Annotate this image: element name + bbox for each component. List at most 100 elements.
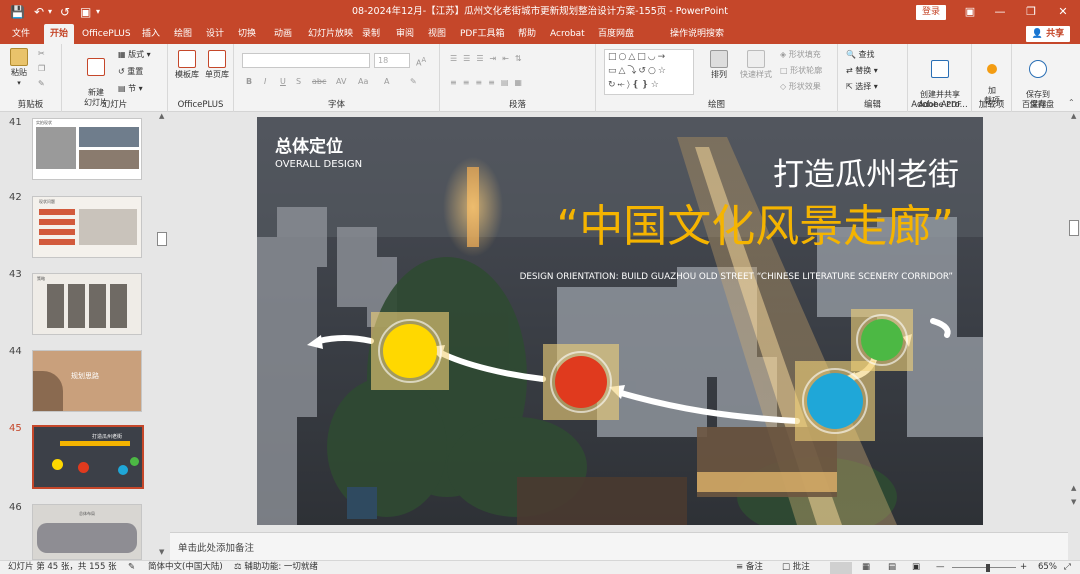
tab-12[interactable]: PDF工具箱 xyxy=(460,24,505,44)
reading-view-icon[interactable]: ▤ xyxy=(888,561,896,574)
zoom-out-icon[interactable]: — xyxy=(936,561,945,574)
slide-sorter-icon[interactable]: ▦ xyxy=(862,561,870,574)
highlight-icon[interactable]: ✎ xyxy=(410,77,417,87)
notes-pane[interactable]: 单击此处添加备注 xyxy=(170,532,1068,560)
spelling-icon[interactable]: ✎ xyxy=(128,561,135,574)
quick-styles-button[interactable]: 快速样式 xyxy=(736,50,776,80)
strikethrough-icon[interactable]: abc xyxy=(312,77,326,87)
group-label-slides: 幻灯片 xyxy=(101,100,128,110)
thumb-map xyxy=(37,523,137,553)
replace-button[interactable]: ⇄ 替换 ▾ xyxy=(846,66,878,76)
thumbnail-scrollbar[interactable]: ▲ ▼ xyxy=(156,112,168,560)
layout-button[interactable]: ▦ 版式 ▾ xyxy=(118,50,151,60)
find-button[interactable]: 🔍 查找 xyxy=(846,50,875,60)
slide-thumbnail-43[interactable]: 策略 xyxy=(32,273,142,335)
tab-9[interactable]: 录制 xyxy=(362,24,380,44)
slide-thumbnail-44[interactable]: 规划思路 xyxy=(32,350,142,412)
ribbon: 粘贴 ▾ ✂ ❐ ✎ 剪贴板 新建 幻灯片 ▦ 版式 ▾ ↺ 重置 ▤ 节 ▾ 幻… xyxy=(0,44,1080,112)
notes-toggle-button[interactable]: ≡ 备注 xyxy=(736,561,763,574)
ribbon-display-options-icon[interactable]: ▣ xyxy=(955,0,985,24)
single-page-library-button[interactable]: 单页库 xyxy=(202,50,232,80)
zoom-level[interactable]: 65% xyxy=(1038,561,1057,574)
shape-effects-label: 形状效果 xyxy=(788,82,821,91)
shape-fill-button[interactable]: ◈ 形状填充 xyxy=(780,50,821,60)
tab-13[interactable]: 帮助 xyxy=(518,24,536,44)
slideshow-icon[interactable]: ▣ xyxy=(912,561,920,574)
slide-thumbnail-45-active[interactable]: 打造瓜州老街 xyxy=(32,425,144,489)
reset-button[interactable]: ↺ 重置 xyxy=(118,67,143,77)
tab-4[interactable]: 绘图 xyxy=(174,24,192,44)
collapse-ribbon-icon[interactable]: ⌃ xyxy=(1068,98,1075,108)
minimize-icon[interactable]: — xyxy=(985,0,1015,24)
underline-icon[interactable]: U xyxy=(280,77,286,87)
change-case-icon[interactable]: Aa xyxy=(358,77,368,87)
reset-label: 重置 xyxy=(127,67,144,76)
thumbnail-scroll-thumb[interactable] xyxy=(157,232,167,246)
canvas-scrollbar[interactable]: ▲ ▲ ▼ xyxy=(1068,112,1080,560)
tab-0[interactable]: 文件 xyxy=(12,24,30,44)
select-button[interactable]: ⇱ 选择 ▾ xyxy=(846,82,878,92)
font-color-icon[interactable]: A xyxy=(384,77,389,87)
format-painter-icon[interactable]: ✎ xyxy=(38,79,45,89)
canvas-scroll-thumb[interactable] xyxy=(1069,220,1079,236)
canvas-scroll-up-icon[interactable]: ▲ xyxy=(1071,112,1076,120)
copy-icon[interactable]: ❐ xyxy=(38,64,45,74)
accessibility-status[interactable]: ⚖ 辅助功能: 一切就绪 xyxy=(234,561,318,574)
tab-10[interactable]: 审阅 xyxy=(396,24,414,44)
paste-button[interactable]: 粘贴 ▾ xyxy=(6,48,32,88)
tab-3[interactable]: 插入 xyxy=(142,24,160,44)
slide-thumbnail-46[interactable]: 总体布局 xyxy=(32,504,142,560)
slide-thumbnail-42[interactable]: 现状问题 xyxy=(32,196,142,258)
scroll-up-icon[interactable]: ▲ xyxy=(159,112,164,120)
tab-6[interactable]: 切换 xyxy=(238,24,256,44)
arrange-icon xyxy=(710,50,728,68)
normal-view-icon[interactable] xyxy=(830,562,852,574)
comments-toggle-button[interactable]: □ 批注 xyxy=(782,561,810,574)
tell-me-search[interactable]: 操作说明搜索 xyxy=(670,24,724,44)
prev-slide-icon[interactable]: ▲ xyxy=(1071,484,1076,492)
login-button[interactable]: 登录 xyxy=(916,5,946,20)
tab-2[interactable]: OfficePLUS xyxy=(82,24,131,44)
shape-effects-button[interactable]: ◇ 形状效果 xyxy=(780,82,821,92)
section-label: 节 xyxy=(128,84,137,93)
close-icon[interactable]: ✕ xyxy=(1048,0,1078,24)
list-buttons-row[interactable]: ☰☰☰⇥⇤⇅ xyxy=(450,54,528,64)
tab-15[interactable]: 百度网盘 xyxy=(598,24,634,44)
template-library-button[interactable]: 模板库 xyxy=(172,50,202,80)
notes-placeholder: 单击此处添加备注 xyxy=(178,543,255,554)
group-slides: 新建 幻灯片 ▦ 版式 ▾ ↺ 重置 ▤ 节 ▾ 幻灯片 xyxy=(62,44,168,112)
language-indicator[interactable]: 简体中文(中国大陆) xyxy=(148,561,223,574)
tab-14[interactable]: Acrobat xyxy=(550,24,585,44)
zoom-in-icon[interactable]: + xyxy=(1020,561,1027,574)
shapes-gallery[interactable]: □○△□◡→ ▭△⤵↺○☆ ↻⤝〉❴❵☆ xyxy=(604,49,694,95)
tab-7[interactable]: 动画 xyxy=(274,24,292,44)
section-button[interactable]: ▤ 节 ▾ xyxy=(118,84,143,94)
scroll-down-icon[interactable]: ▼ xyxy=(159,548,164,556)
bold-icon[interactable]: B xyxy=(246,77,252,87)
create-pdf-icon xyxy=(931,60,949,78)
font-name-input[interactable] xyxy=(242,53,370,68)
shape-outline-button[interactable]: □ 形状轮廓 xyxy=(780,66,822,76)
share-button[interactable]: 👤 共享 xyxy=(1026,26,1070,42)
font-size-input[interactable]: 18 xyxy=(374,53,410,68)
grow-font-icon[interactable]: AA xyxy=(416,55,426,69)
signboard xyxy=(347,487,377,519)
italic-icon[interactable]: I xyxy=(264,77,266,87)
char-spacing-icon[interactable]: AV xyxy=(336,77,346,87)
zoom-slider-thumb[interactable] xyxy=(986,564,990,572)
maximize-icon[interactable]: ❐ xyxy=(1016,0,1046,24)
shadow-icon[interactable]: S xyxy=(296,77,301,87)
fit-slide-icon[interactable]: ⤢ xyxy=(1064,561,1071,574)
cut-icon[interactable]: ✂ xyxy=(38,49,45,59)
next-slide-icon[interactable]: ▼ xyxy=(1071,498,1076,506)
tab-11[interactable]: 视图 xyxy=(428,24,446,44)
slide-thumbnail-41[interactable]: 实拍现状 xyxy=(32,118,142,180)
slide-45[interactable]: 总体定位 OVERALL DESIGN 打造瓜州老街 “中国文化风景走廊” DE… xyxy=(257,117,983,525)
tab-1[interactable]: 开始 xyxy=(44,24,75,44)
align-buttons-row[interactable]: ≡≡≡≡▤▦ xyxy=(450,78,528,88)
arrange-button[interactable]: 排列 xyxy=(704,50,734,80)
tab-5[interactable]: 设计 xyxy=(206,24,224,44)
tab-8[interactable]: 幻灯片放映 xyxy=(308,24,353,44)
notes-label: 备注 xyxy=(745,562,763,572)
zoom-slider[interactable] xyxy=(952,567,1016,568)
